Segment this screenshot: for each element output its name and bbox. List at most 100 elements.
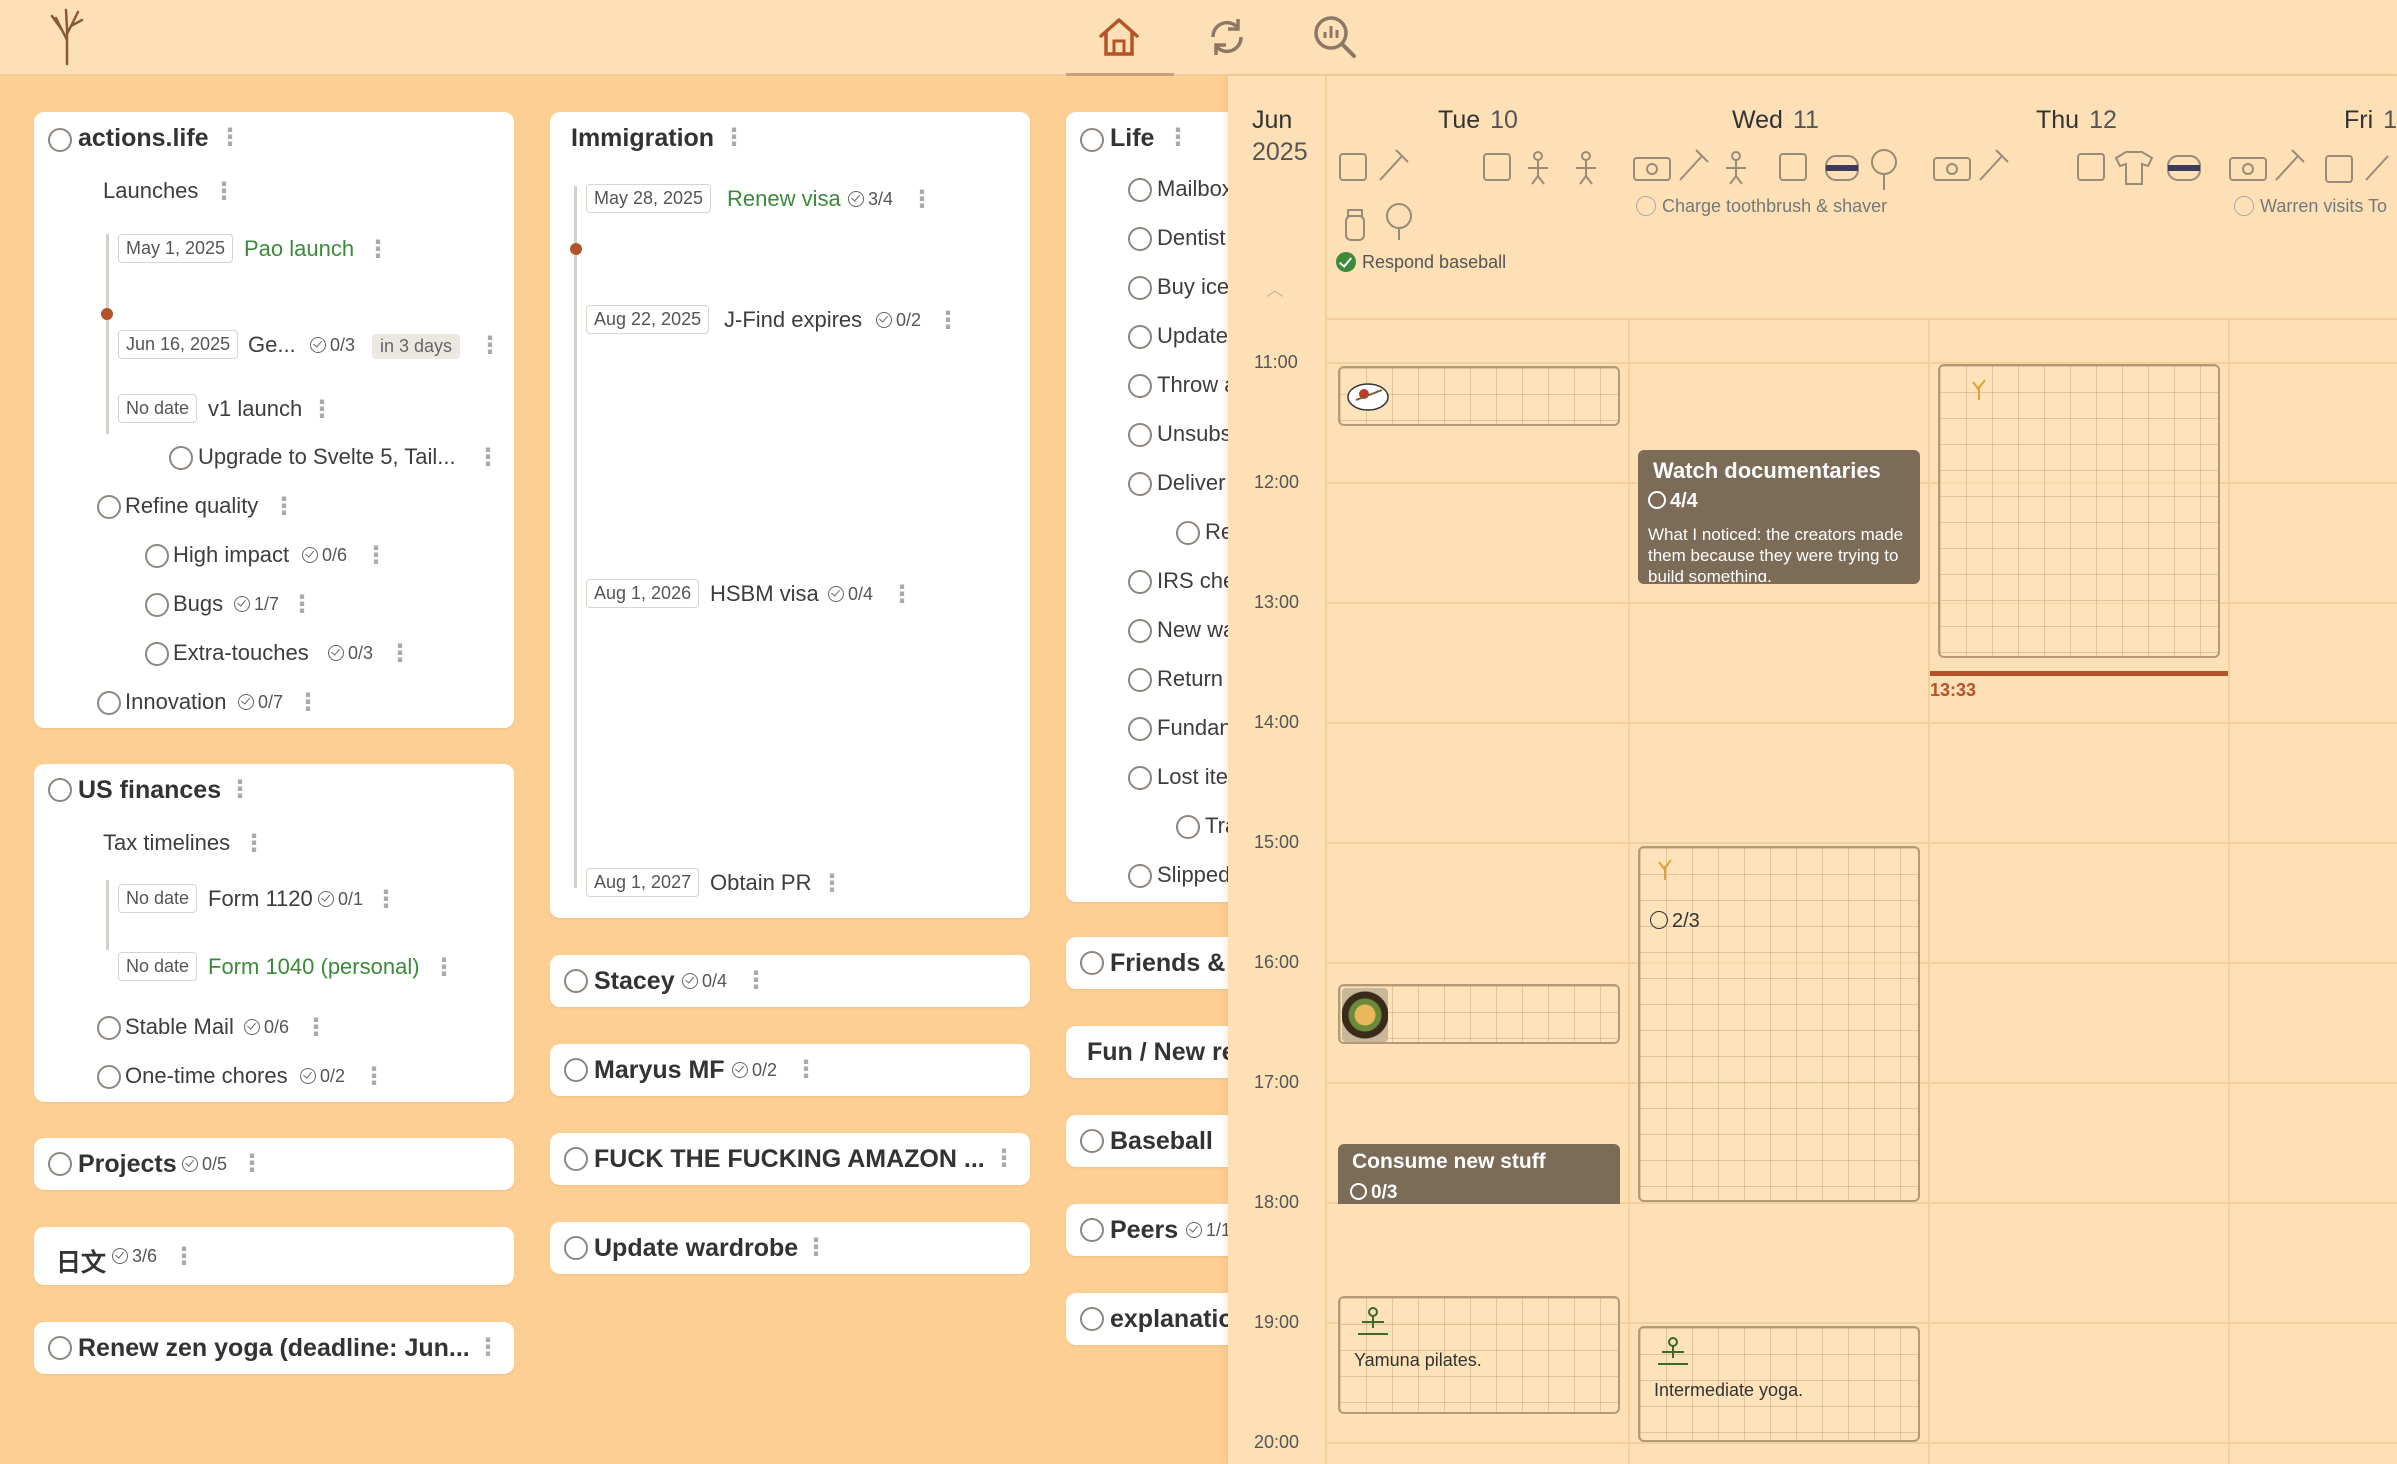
more-icon[interactable]: ⋮ [374, 888, 398, 912]
more-icon[interactable]: ⋮ [910, 188, 934, 212]
event-tue-food[interactable] [1338, 366, 1620, 426]
checked-icon[interactable] [1336, 252, 1356, 272]
task-label[interactable]: Refine quality [125, 493, 258, 519]
checkbox[interactable] [1128, 276, 1152, 300]
task-label[interactable]: Bugs [173, 591, 223, 617]
card-title[interactable]: Friends & l [1110, 949, 1239, 978]
checkbox[interactable] [1128, 717, 1152, 741]
task-label[interactable]: Obtain PR [710, 870, 812, 896]
card-title[interactable]: Update wardrobe [594, 1234, 798, 1263]
card-title[interactable]: Stacey [594, 967, 675, 996]
checkbox[interactable] [564, 1147, 588, 1171]
insight-icon[interactable] [1308, 10, 1362, 64]
checkbox[interactable] [1080, 1129, 1104, 1153]
task-label[interactable]: Deliver [1157, 470, 1225, 496]
allday-warren-visits[interactable]: Warren visits To [2234, 196, 2387, 217]
more-icon[interactable]: ⋮ [172, 1245, 196, 1269]
task-label[interactable]: Stable Mail [125, 1014, 234, 1040]
task-label[interactable]: Dentist [1157, 225, 1225, 251]
more-icon[interactable]: ⋮ [366, 238, 390, 262]
checkbox[interactable] [1128, 374, 1152, 398]
task-label[interactable]: New wa [1157, 617, 1235, 643]
calendar-panel[interactable]: Jun 2025 Tue 10 Wed 11 Thu 12 Fri 13 [1228, 76, 2397, 1464]
card-title[interactable]: 日文 [56, 1243, 106, 1279]
more-icon[interactable]: ⋮ [1166, 126, 1190, 150]
day-header-tue[interactable]: Tue 10 [1438, 106, 1518, 135]
checkbox[interactable] [1128, 570, 1152, 594]
more-icon[interactable]: ⋮ [476, 1336, 500, 1360]
more-icon[interactable]: ⋮ [364, 544, 388, 568]
task-label[interactable]: Ge... [248, 332, 296, 358]
checkbox[interactable] [1128, 864, 1152, 888]
day-header-wed[interactable]: Wed 11 [1732, 106, 1819, 135]
card-immigration[interactable]: Immigration ⋮ May 28, 2025 Renew visa 3/… [550, 112, 1030, 918]
checkbox-icon[interactable] [2234, 196, 2254, 216]
more-icon[interactable]: ⋮ [722, 126, 746, 150]
task-label[interactable]: Extra-touches [173, 640, 309, 666]
date-chip[interactable]: May 1, 2025 [118, 234, 234, 263]
checkbox[interactable] [169, 446, 193, 470]
more-icon[interactable]: ⋮ [476, 446, 500, 470]
task-label[interactable]: Lost ite [1157, 764, 1228, 790]
checkbox[interactable] [564, 1058, 588, 1082]
date-chip[interactable]: Aug 1, 2026 [586, 579, 700, 608]
event-thu-block[interactable] [1938, 364, 2220, 658]
card-zen-yoga[interactable]: Renew zen yoga (deadline: Jun... ⋮ [34, 1322, 514, 1374]
date-chip[interactable]: No date [118, 952, 198, 981]
checkbox[interactable] [48, 1152, 72, 1176]
checkbox[interactable] [1176, 521, 1200, 545]
task-label[interactable]: Renew visa [727, 186, 841, 212]
card-actions-life[interactable]: actions.life ⋮ Launches ⋮ May 1, 2025 Pa… [34, 112, 514, 728]
card-maryus[interactable]: Maryus MF 0/2 ⋮ [550, 1044, 1030, 1096]
event-wed-block[interactable]: 2/3 [1638, 846, 1920, 1202]
task-label[interactable]: Form 1040 (personal) [208, 954, 420, 980]
checkbox[interactable] [1128, 325, 1152, 349]
task-label[interactable]: Return [1157, 666, 1223, 692]
task-label[interactable]: Mailbox [1157, 176, 1233, 202]
event-consume-new-stuff[interactable]: Consume new stuff 0/3 [1338, 1144, 1620, 1204]
more-icon[interactable]: ⋮ [820, 872, 844, 896]
task-label[interactable]: HSBM visa [710, 581, 819, 607]
checkbox[interactable] [1128, 178, 1152, 202]
date-chip[interactable]: No date [118, 394, 198, 423]
task-label[interactable]: Unsubs [1157, 421, 1232, 447]
task-label[interactable]: Throw a [1157, 372, 1236, 398]
card-title[interactable]: Maryus MF [594, 1056, 725, 1085]
more-icon[interactable]: ⋮ [242, 832, 266, 856]
task-label[interactable]: IRS che [1157, 568, 1235, 594]
checkbox[interactable] [1080, 1307, 1104, 1331]
checkbox[interactable] [1080, 1218, 1104, 1242]
checkbox[interactable] [1176, 815, 1200, 839]
checkbox[interactable] [1080, 128, 1104, 152]
checkbox[interactable] [1128, 766, 1152, 790]
task-label[interactable]: Update [1157, 323, 1228, 349]
card-us-finances[interactable]: US finances ⋮ Tax timelines ⋮ No date Fo… [34, 764, 514, 1102]
event-watch-documentaries[interactable]: Watch documentaries 4/4 What I noticed: … [1638, 450, 1920, 584]
more-icon[interactable]: ⋮ [744, 969, 768, 993]
card-title[interactable]: Renew zen yoga (deadline: Jun... [78, 1334, 470, 1363]
more-icon[interactable]: ⋮ [936, 309, 960, 333]
event-tue-meal[interactable] [1338, 984, 1620, 1044]
date-chip[interactable]: No date [118, 884, 198, 913]
more-icon[interactable]: ⋮ [228, 778, 252, 802]
checkbox[interactable] [145, 642, 169, 666]
more-icon[interactable]: ⋮ [992, 1147, 1016, 1171]
more-icon[interactable]: ⋮ [304, 1016, 328, 1040]
more-icon[interactable]: ⋮ [310, 398, 334, 422]
date-chip[interactable]: Aug 22, 2025 [586, 305, 710, 334]
checkbox[interactable] [1080, 951, 1104, 975]
date-chip[interactable]: Jun 16, 2025 [118, 330, 239, 359]
task-label[interactable]: v1 launch [208, 396, 302, 422]
day-header-fri[interactable]: Fri 13 [2344, 106, 2397, 135]
card-title[interactable]: US finances [78, 776, 221, 805]
card-amazon[interactable]: FUCK THE FUCKING AMAZON ... ⋮ [550, 1133, 1030, 1185]
checkbox-icon[interactable] [1636, 196, 1656, 216]
card-projects[interactable]: Projects 0/5 ⋮ [34, 1138, 514, 1190]
card-title[interactable]: Peers [1110, 1216, 1178, 1245]
date-chip[interactable]: May 28, 2025 [586, 184, 712, 213]
checkbox[interactable] [1128, 472, 1152, 496]
checkbox[interactable] [1128, 227, 1152, 251]
task-label[interactable]: One-time chores [125, 1063, 288, 1089]
card-wardrobe[interactable]: Update wardrobe ⋮ [550, 1222, 1030, 1274]
allday-respond-baseball[interactable]: Respond baseball [1336, 252, 1506, 273]
